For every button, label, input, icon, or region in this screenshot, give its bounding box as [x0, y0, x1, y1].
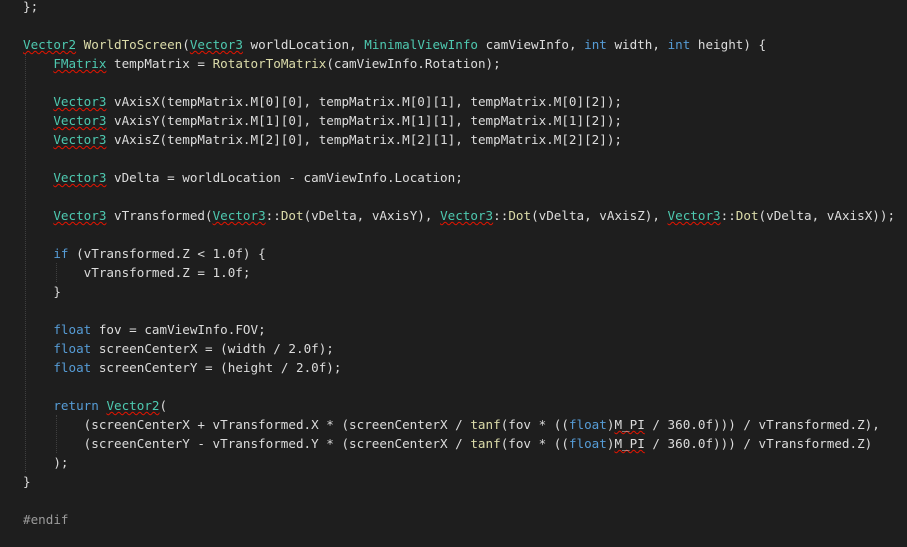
code-token: ::: [265, 208, 281, 223]
code-token: tanf: [470, 436, 501, 451]
code-token: if: [53, 246, 69, 261]
code-line: };: [23, 0, 38, 16]
code-token: int: [584, 37, 607, 52]
code-token: (screenCenterX + vTransformed.X * (scree…: [23, 417, 471, 432]
code-token: (screenCenterY - vTransformed.Y * (scree…: [23, 436, 471, 451]
code-token-error: Vector3: [53, 132, 107, 147]
code-line: Vector2 WorldToScreen(Vector3 worldLocat…: [23, 35, 766, 54]
code-token: ::: [720, 208, 736, 223]
code-token: RotatorToMatrix: [212, 56, 327, 71]
code-line: }: [23, 282, 61, 301]
code-token: (vDelta, vAxisX));: [758, 208, 896, 223]
code-token: tanf: [470, 417, 501, 432]
code-line: float fov = camViewInfo.FOV;: [23, 320, 266, 339]
code-token: tempMatrix =: [106, 56, 213, 71]
code-token: Dot: [735, 208, 759, 223]
code-token-error: Vector3: [53, 94, 107, 109]
code-token: (vTransformed.Z < 1.0f) {: [68, 246, 266, 261]
code-line: return Vector2(: [23, 396, 167, 415]
code-token: (: [182, 37, 190, 52]
code-line: (screenCenterX + vTransformed.X * (scree…: [23, 415, 880, 434]
code-token: float: [53, 322, 92, 337]
code-token: };: [23, 0, 39, 14]
code-token: float: [53, 360, 92, 375]
code-line: (screenCenterY - vTransformed.Y * (scree…: [23, 434, 873, 453]
code-token-error: Vector3: [53, 208, 107, 223]
code-token-error: FMatrix: [53, 56, 107, 71]
code-token: }: [23, 284, 61, 299]
code-line: }: [23, 472, 31, 491]
code-token: vAxisX(tempMatrix.M[0][0], tempMatrix.M[…: [106, 94, 623, 109]
code-token: (vDelta, vAxisZ),: [531, 208, 668, 223]
code-line: );: [23, 453, 69, 472]
code-token: / 360.0f))) / vTransformed.Z): [644, 436, 873, 451]
code-token: MinimalViewInfo: [364, 37, 478, 52]
code-token: float: [568, 417, 607, 432]
code-token: #endif: [23, 512, 69, 527]
code-token: screenCenterX = (width / 2.0f);: [91, 341, 334, 356]
code-token: vTransformed.Z = 1.0f;: [23, 265, 251, 280]
code-line: Vector3 vAxisZ(tempMatrix.M[2][0], tempM…: [23, 130, 622, 149]
code-token: vDelta = worldLocation - camViewInfo.Loc…: [106, 170, 463, 185]
code-token: fov = camViewInfo.FOV;: [91, 322, 266, 337]
code-token-error: M_PI: [614, 436, 645, 451]
code-line: #endif: [23, 510, 69, 529]
code-token: }: [23, 474, 31, 489]
code-line: if (vTransformed.Z < 1.0f) {: [23, 244, 266, 263]
code-token: (: [159, 398, 168, 413]
code-token: (fov * ((: [500, 436, 569, 451]
code-token: int: [667, 37, 691, 52]
code-token: width,: [606, 37, 668, 52]
code-editor[interactable]: };​Vector2 WorldToScreen(Vector3 worldLo…: [0, 0, 907, 547]
code-token-error: Vector3: [212, 208, 266, 223]
code-token: screenCenterY = (height / 2.0f);: [91, 360, 342, 375]
code-token-error: Vector3: [53, 113, 107, 128]
code-token: vTransformed(: [106, 208, 213, 223]
code-token: (vDelta, vAxisY),: [303, 208, 441, 223]
code-token: vAxisY(tempMatrix.M[1][0], tempMatrix.M[…: [106, 113, 623, 128]
code-token: WorldToScreen: [83, 37, 183, 52]
code-token-error: Vector3: [53, 170, 107, 185]
code-token: return: [53, 398, 99, 413]
code-token: / 360.0f))) / vTransformed.Z),: [644, 417, 880, 432]
code-line: float screenCenterY = (height / 2.0f);: [23, 358, 341, 377]
code-token-error: Vector3: [440, 208, 494, 223]
code-line: float screenCenterX = (width / 2.0f);: [23, 339, 334, 358]
code-token-error: Vector2: [23, 37, 77, 52]
code-token: worldLocation,: [242, 37, 365, 52]
code-token-error: Vector3: [189, 37, 243, 52]
code-line: Vector3 vDelta = worldLocation - camView…: [23, 168, 463, 187]
code-token: camViewInfo,: [477, 37, 585, 52]
code-token: Dot: [280, 208, 304, 223]
code-token-error: Vector3: [667, 208, 721, 223]
code-token: float: [568, 436, 607, 451]
code-token: Dot: [508, 208, 532, 223]
code-token: ::: [493, 208, 509, 223]
code-token: (fov * ((: [500, 417, 569, 432]
code-line: Vector3 vTransformed(Vector3::Dot(vDelta…: [23, 206, 895, 225]
code-token: );: [23, 455, 69, 470]
code-line: vTransformed.Z = 1.0f;: [23, 263, 251, 282]
code-token-error: Vector2: [106, 398, 160, 413]
code-line: Vector3 vAxisX(tempMatrix.M[0][0], tempM…: [23, 92, 622, 111]
code-token-error: M_PI: [614, 417, 645, 432]
code-token: vAxisZ(tempMatrix.M[2][0], tempMatrix.M[…: [106, 132, 623, 147]
code-token: (camViewInfo.Rotation);: [326, 56, 501, 71]
code-token: height) {: [690, 37, 767, 52]
code-token: float: [53, 341, 92, 356]
code-line: FMatrix tempMatrix = RotatorToMatrix(cam…: [23, 54, 501, 73]
code-line: Vector3 vAxisY(tempMatrix.M[1][0], tempM…: [23, 111, 622, 130]
